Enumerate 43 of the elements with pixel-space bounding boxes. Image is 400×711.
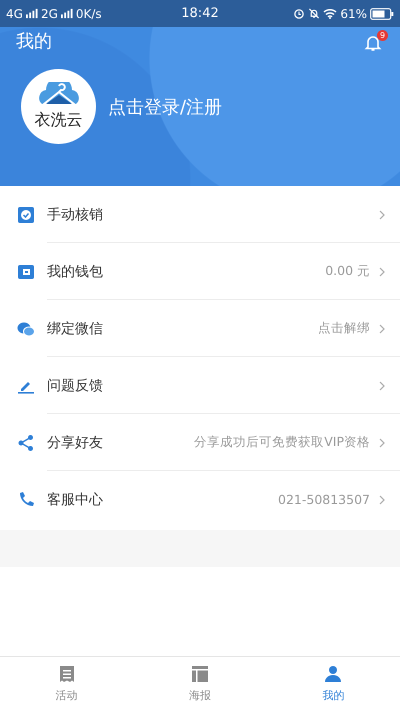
- share-icon: [17, 434, 35, 452]
- signal-icon: [60, 8, 73, 19]
- menu-label: 手动核销: [47, 206, 104, 224]
- battery-icon: [370, 8, 394, 20]
- clock-time: 18:42: [181, 6, 219, 21]
- tab[interactable]: 我的: [266, 657, 400, 711]
- tab[interactable]: 活动: [0, 657, 134, 711]
- menu-label: 客服中心: [47, 490, 104, 508]
- wallet-icon: [17, 262, 35, 280]
- menu-label: 我的钱包: [47, 262, 104, 280]
- menu-value: 021-50813507: [278, 492, 370, 507]
- page-title: 我的: [16, 30, 52, 53]
- bell-icon: [364, 34, 382, 52]
- layout-icon: [190, 665, 209, 683]
- alarm-icon: [293, 8, 306, 19]
- chevron-right-icon: [379, 266, 385, 276]
- menu-label: 分享好友: [47, 434, 104, 452]
- network-label: 4G: [6, 6, 23, 20]
- menu-value: 分享成功后可免费获取VIP资格: [194, 434, 370, 451]
- chevron-right-icon: [379, 324, 385, 334]
- muted-bell-icon: [308, 8, 320, 19]
- menu-label: 绑定微信: [47, 320, 104, 338]
- chevron-right-icon: [379, 494, 385, 504]
- battery-percent: 61%: [340, 6, 367, 20]
- menu-value: 点击解绑: [318, 320, 370, 337]
- network-label: 2G: [40, 6, 58, 20]
- notification-badge: 9: [377, 30, 388, 41]
- network-speed: 0K/s: [76, 6, 102, 20]
- chevron-right-icon: [379, 438, 385, 448]
- menu-label: 问题反馈: [47, 376, 104, 394]
- chat-bubbles-icon: [17, 320, 35, 338]
- login-link[interactable]: 点击登录/注册: [108, 94, 222, 118]
- wifi-icon: [323, 8, 338, 19]
- chevron-right-icon: [379, 210, 385, 220]
- receipt-icon: [58, 665, 76, 683]
- person-icon: [324, 665, 342, 683]
- shield-check-icon: [17, 206, 35, 224]
- menu-value: 0.00 元: [325, 263, 370, 280]
- logo-text: 衣洗云: [34, 110, 82, 131]
- phone-icon: [17, 490, 35, 508]
- signal-icon: [26, 8, 38, 19]
- chevron-right-icon: [379, 380, 385, 390]
- tab[interactable]: 海报: [133, 657, 267, 711]
